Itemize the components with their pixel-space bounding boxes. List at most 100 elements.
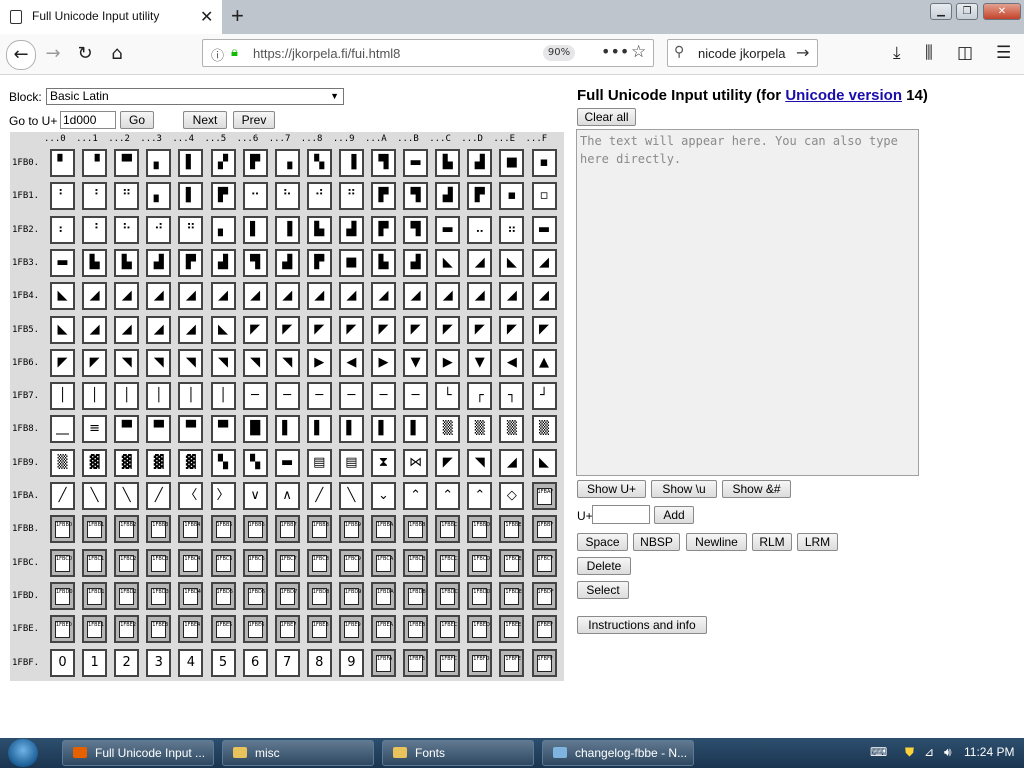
char-cell[interactable]: ▛ <box>242 149 268 177</box>
clock[interactable]: 11:24 PM <box>964 745 1014 759</box>
char-cell[interactable]: ▌ <box>338 415 364 444</box>
char-cell[interactable]: ◇ <box>499 482 525 510</box>
char-cell[interactable]: 1FBE5 <box>210 615 236 644</box>
char-cell[interactable]: ◥ <box>178 348 204 377</box>
lrm-button[interactable]: LRM <box>797 533 838 551</box>
char-cell[interactable]: ◤ <box>371 315 396 344</box>
char-cell[interactable]: ▀ <box>210 415 236 444</box>
char-cell[interactable]: ⠚ <box>306 182 332 211</box>
char-cell[interactable]: ◤ <box>50 348 75 377</box>
char-cell[interactable]: 1FBFD <box>467 648 493 677</box>
char-cell[interactable]: 1FBFA <box>371 648 396 677</box>
char-cell[interactable]: ╲ <box>338 482 364 510</box>
char-cell[interactable]: 1FBE1 <box>82 615 108 644</box>
char-cell[interactable]: 1FBB8 <box>306 515 332 544</box>
char-cell[interactable]: 1FBDB <box>403 581 429 610</box>
char-cell[interactable]: ⎽ <box>50 415 75 444</box>
char-cell[interactable]: ─ <box>403 382 429 411</box>
char-cell[interactable]: ◣ <box>210 315 236 344</box>
char-cell[interactable]: ◤ <box>274 315 300 344</box>
char-cell[interactable]: ▪ <box>499 182 525 211</box>
char-cell[interactable]: 1FBC5 <box>210 548 236 577</box>
char-cell[interactable]: 1FBB2 <box>114 515 140 544</box>
char-cell[interactable]: 1FBCC <box>435 548 461 577</box>
char-cell[interactable]: ▶ <box>306 348 332 377</box>
char-cell[interactable]: ◢ <box>371 282 396 311</box>
char-cell[interactable]: ⠶ <box>499 215 525 244</box>
char-cell[interactable]: ◣ <box>50 315 75 344</box>
char-cell[interactable]: ▌ <box>306 415 332 444</box>
char-cell[interactable]: │ <box>178 382 204 411</box>
char-cell[interactable]: 1FBC8 <box>306 548 332 577</box>
char-cell[interactable]: ╱ <box>146 482 172 510</box>
char-cell[interactable]: 1FBE4 <box>178 615 204 644</box>
bookmark-star-icon[interactable]: ☆ <box>631 42 646 62</box>
char-cell[interactable]: ▓ <box>146 448 172 477</box>
char-cell[interactable]: ▛ <box>178 248 204 277</box>
char-cell[interactable]: 1FBD2 <box>114 581 140 610</box>
char-cell[interactable]: 1FBEB <box>403 615 429 644</box>
char-cell[interactable]: ▒ <box>435 415 461 444</box>
char-cell[interactable]: 1 <box>82 648 108 677</box>
char-cell[interactable]: 1FBBC <box>435 515 461 544</box>
char-cell[interactable]: ▬ <box>274 448 300 477</box>
rlm-button[interactable]: RLM <box>752 533 792 551</box>
char-cell[interactable]: 0 <box>50 648 75 677</box>
char-cell[interactable]: ▛ <box>467 182 493 211</box>
char-cell[interactable]: 1FBC7 <box>274 548 300 577</box>
char-cell[interactable]: │ <box>50 382 75 411</box>
char-cell[interactable]: ▚ <box>242 448 268 477</box>
char-cell[interactable]: ⠤ <box>467 215 493 244</box>
char-cell[interactable]: ⌃ <box>435 482 461 510</box>
char-cell[interactable]: ◥ <box>146 348 172 377</box>
unicode-version-link[interactable]: Unicode version <box>785 87 902 104</box>
char-cell[interactable]: 1FBBE <box>499 515 525 544</box>
char-cell[interactable]: ▀ <box>146 415 172 444</box>
char-cell[interactable]: ─ <box>338 382 364 411</box>
block-select[interactable]: Basic Latin ▼ <box>46 88 344 105</box>
char-cell[interactable]: ▜ <box>403 182 429 211</box>
char-cell[interactable]: 1FBCB <box>403 548 429 577</box>
char-cell[interactable]: ┌ <box>467 382 493 411</box>
space-button[interactable]: Space <box>577 533 628 551</box>
char-cell[interactable]: ▘ <box>50 149 75 177</box>
char-cell[interactable]: ⠛ <box>338 182 364 211</box>
char-cell[interactable]: ▖ <box>210 215 236 244</box>
taskbar-item-firefox[interactable]: Full Unicode Input ... <box>62 740 214 766</box>
char-cell[interactable]: ▐ <box>338 149 364 177</box>
char-cell[interactable]: ▚ <box>306 149 332 177</box>
char-cell[interactable]: 1FBEC <box>435 615 461 644</box>
char-cell[interactable]: └ <box>435 382 461 411</box>
char-cell[interactable]: ⋈ <box>403 448 429 477</box>
char-cell[interactable]: 1FBE3 <box>146 615 172 644</box>
char-cell[interactable]: 1FBB5 <box>210 515 236 544</box>
char-cell[interactable]: 1FBD0 <box>50 581 75 610</box>
char-cell[interactable]: 1FBE8 <box>306 615 332 644</box>
char-cell[interactable]: 1FBC1 <box>82 548 108 577</box>
char-cell[interactable]: 1FBD7 <box>274 581 300 610</box>
char-cell[interactable]: ◢ <box>306 282 332 311</box>
char-cell[interactable]: ▝ <box>82 149 108 177</box>
char-cell[interactable]: 1FBBF <box>531 515 557 544</box>
goto-input[interactable]: 1d000 <box>60 111 116 129</box>
char-cell[interactable]: ◤ <box>403 315 429 344</box>
char-cell[interactable]: 2 <box>114 648 140 677</box>
char-cell[interactable]: ⠆ <box>50 215 75 244</box>
delete-button[interactable]: Delete <box>577 557 631 575</box>
char-cell[interactable]: ◢ <box>499 282 525 311</box>
char-cell[interactable]: ▖ <box>146 182 172 211</box>
char-cell[interactable]: ◥ <box>114 348 140 377</box>
search-text[interactable]: nicode jkorpela <box>698 46 785 61</box>
newline-button[interactable]: Newline <box>686 533 747 551</box>
char-cell[interactable]: ▟ <box>338 215 364 244</box>
char-cell[interactable]: ─ <box>306 382 332 411</box>
char-cell[interactable]: ◢ <box>467 282 493 311</box>
char-cell[interactable]: ◢ <box>435 282 461 311</box>
char-cell[interactable]: ⌃ <box>403 482 429 510</box>
new-tab-button[interactable]: + <box>231 3 244 29</box>
char-cell[interactable]: 〈 <box>178 482 204 510</box>
char-cell[interactable]: ▛ <box>371 182 396 211</box>
char-cell[interactable]: ■ <box>338 248 364 277</box>
char-cell[interactable]: ◢ <box>82 282 108 311</box>
page-actions-icon[interactable]: ••• <box>601 42 629 61</box>
